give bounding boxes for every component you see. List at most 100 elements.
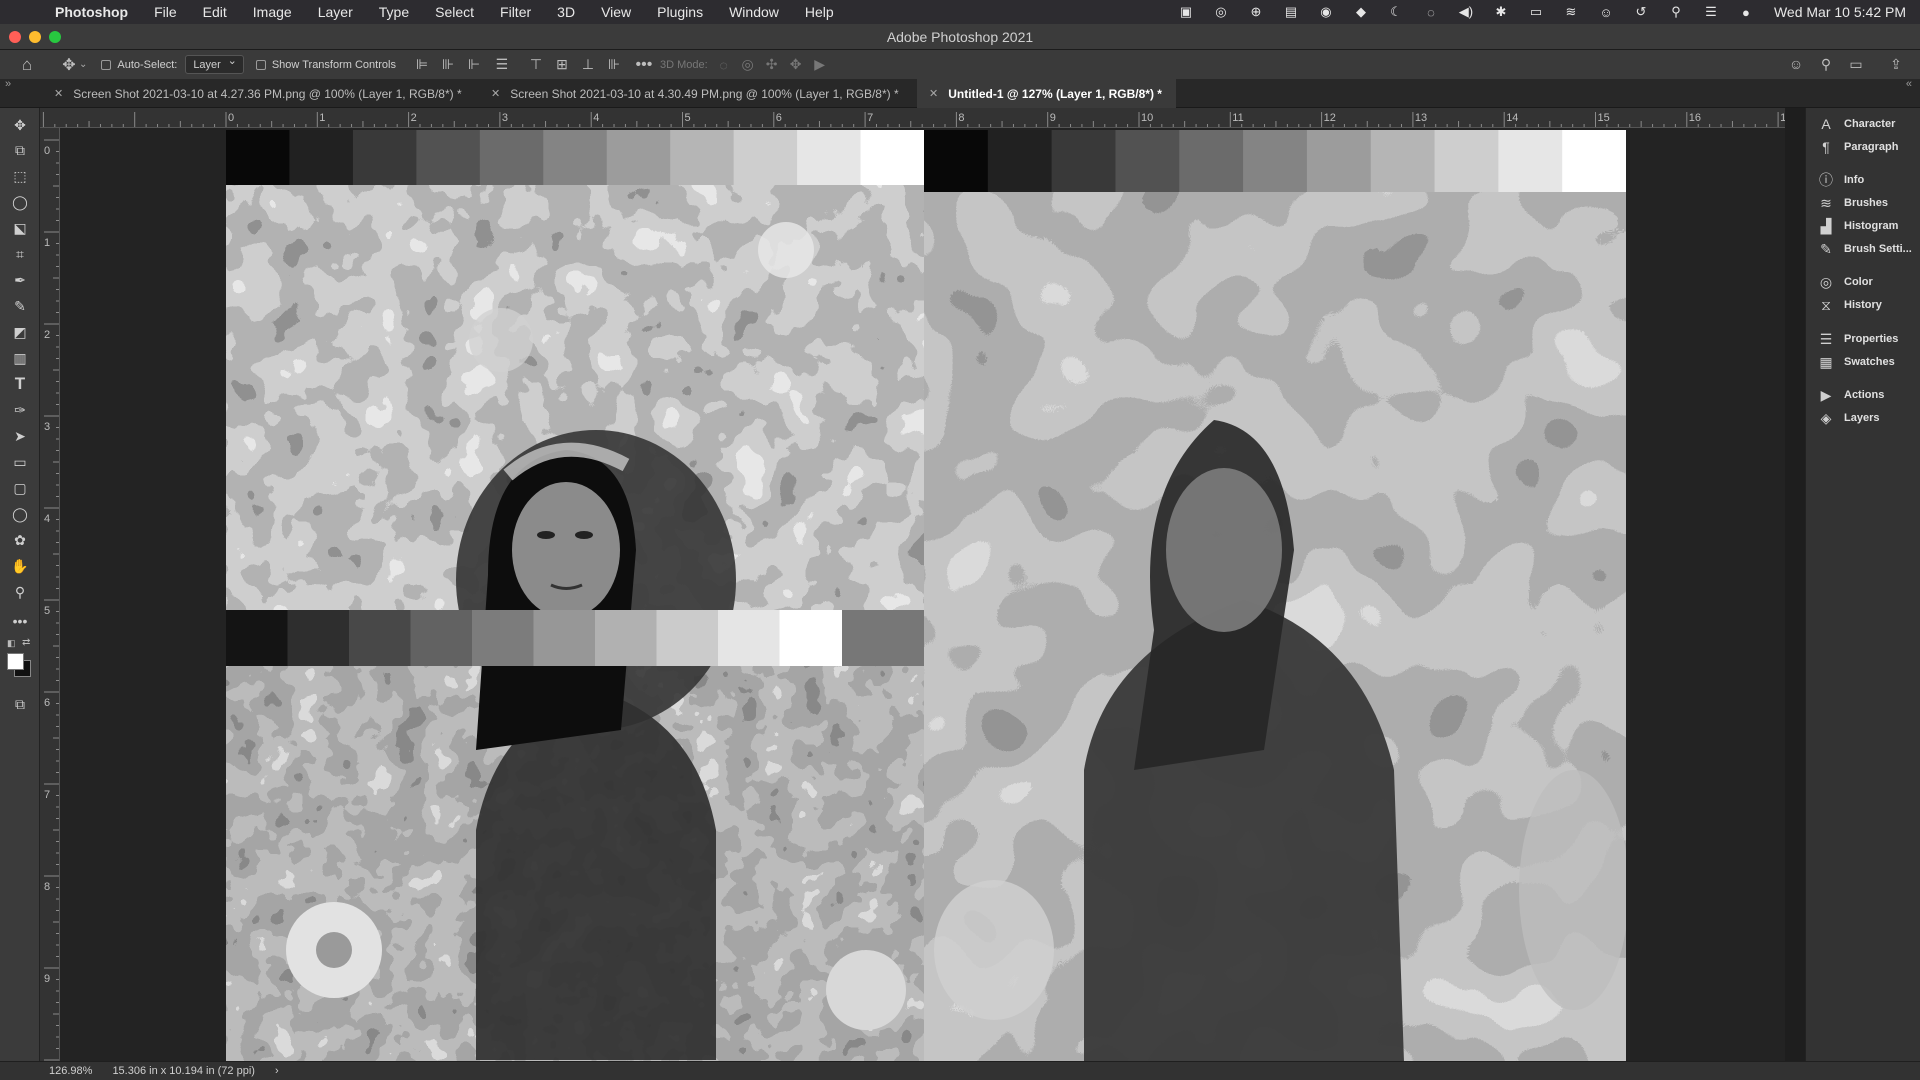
checkbox-icon[interactable] <box>101 59 112 70</box>
user-icon[interactable]: ☺ <box>1597 5 1615 20</box>
workspace-icon[interactable]: ▭ <box>1846 54 1866 74</box>
share-icon[interactable]: ⇪ <box>1886 54 1906 74</box>
collapse-panels-icon[interactable]: » <box>5 78 11 90</box>
close-tab-icon[interactable]: ✕ <box>929 87 938 100</box>
default-colors-icon[interactable]: ◧ <box>7 638 16 649</box>
menu-edit[interactable]: Edit <box>203 4 227 20</box>
zoom-tool-icon[interactable]: ⚲ <box>9 581 31 603</box>
panel-properties[interactable]: ☰ Properties <box>1816 329 1899 349</box>
battery-icon[interactable]: ▭ <box>1527 4 1545 19</box>
align-bottom-icon[interactable]: ⊥ <box>578 55 598 75</box>
panel-brush-settings[interactable]: ✎ Brush Setti... <box>1816 239 1912 259</box>
menu-layer[interactable]: Layer <box>318 4 353 20</box>
auto-select-dropdown[interactable]: Layer <box>185 54 244 74</box>
show-transform-controls-checkbox[interactable]: Show Transform Controls <box>255 59 396 71</box>
custom-shape-tool-icon[interactable]: ✿ <box>9 529 31 551</box>
menu-select[interactable]: Select <box>435 4 474 20</box>
menu-type[interactable]: Type <box>379 4 409 20</box>
panel-histogram[interactable]: ▟ Histogram <box>1816 216 1899 236</box>
pen-tool-icon[interactable]: ✑ <box>9 399 31 421</box>
tab-screenshot-2[interactable]: ✕ Screen Shot 2021-03-10 at 4.30.49 PM.p… <box>479 79 899 108</box>
panel-paragraph[interactable]: ¶ Paragraph <box>1816 137 1898 157</box>
panel-color[interactable]: ◎ Color <box>1816 272 1873 292</box>
panel-layers[interactable]: ◈ Layers <box>1816 408 1880 428</box>
document-canvas[interactable] <box>60 128 1785 1061</box>
panel-brushes[interactable]: ≋ Brushes <box>1816 193 1888 213</box>
moon-icon[interactable]: ☾ <box>1387 4 1405 19</box>
rectangle-tool-icon[interactable]: ▭ <box>9 451 31 473</box>
menu-window[interactable]: Window <box>729 4 779 20</box>
3d-pan-icon[interactable]: ✣ <box>762 55 782 75</box>
time-machine-icon[interactable]: ↺ <box>1632 4 1650 19</box>
globe-icon[interactable]: ⊕ <box>1247 4 1265 19</box>
foreground-color-swatch[interactable] <box>7 653 24 670</box>
align-right-icon[interactable]: ⊩ <box>464 55 484 75</box>
move-tool-preset-icon[interactable]: ✥ <box>59 55 79 75</box>
distribute-vertical-icon[interactable]: ⊪ <box>604 55 624 75</box>
camera-status-icon[interactable]: ▣ <box>1177 4 1195 19</box>
chevron-down-icon[interactable]: ⌄ <box>79 59 87 70</box>
user-learn-icon[interactable]: ☺ <box>1786 54 1806 74</box>
brush-tool-icon[interactable]: ✎ <box>9 295 31 317</box>
3d-roll-icon[interactable]: ◎ <box>738 55 758 75</box>
ellipse-tool-icon[interactable]: ◯ <box>9 503 31 525</box>
swap-colors-icon[interactable]: ⇄ <box>22 637 30 648</box>
distribute-icon[interactable]: ☰ <box>492 55 512 75</box>
3d-scale-icon[interactable]: ▶ <box>810 55 830 75</box>
search-icon[interactable]: ⚲ <box>1816 54 1836 74</box>
tab-untitled-1[interactable]: ✕ Untitled-1 @ 127% (Layer 1, RGB/8*) * <box>917 79 1176 108</box>
airdrop-icon[interactable]: ◌ <box>1422 5 1440 20</box>
panel-character[interactable]: A Character <box>1816 114 1895 134</box>
spotlight-search-icon[interactable]: ⚲ <box>1667 4 1685 19</box>
notification-icon[interactable]: ◆ <box>1352 4 1370 19</box>
menu-filter[interactable]: Filter <box>500 4 531 20</box>
menubar-clock[interactable]: Wed Mar 10 5:42 PM <box>1774 4 1906 20</box>
close-tab-icon[interactable]: ✕ <box>491 87 500 100</box>
crop-tool-icon[interactable]: ⌗ <box>9 243 31 265</box>
panel-swatches[interactable]: ▦ Swatches <box>1816 352 1894 372</box>
align-top-icon[interactable]: ⊤ <box>526 55 546 75</box>
marquee-tool-icon[interactable]: ⬚ <box>9 165 31 187</box>
menu-help[interactable]: Help <box>805 4 834 20</box>
align-middle-icon[interactable]: ⊞ <box>552 55 572 75</box>
close-tab-icon[interactable]: ✕ <box>54 87 63 100</box>
home-icon[interactable]: ⌂ <box>17 55 37 75</box>
status-expand-icon[interactable]: › <box>275 1065 279 1077</box>
menu-3d[interactable]: 3D <box>557 4 575 20</box>
move-tool-icon[interactable]: ✥ <box>9 114 31 136</box>
zoom-level[interactable]: 126.98% <box>49 1065 92 1077</box>
path-selection-tool-icon[interactable]: ➤ <box>9 425 31 447</box>
creative-cloud-icon[interactable]: ◎ <box>1212 4 1230 19</box>
eraser-tool-icon[interactable]: ◩ <box>9 321 31 343</box>
panel-info[interactable]: ⓘ Info <box>1816 170 1864 190</box>
tab-screenshot-1[interactable]: ✕ Screen Shot 2021-03-10 at 4.27.36 PM.p… <box>42 79 462 108</box>
display-icon[interactable]: ▤ <box>1282 4 1300 19</box>
more-options-icon[interactable]: ••• <box>634 55 654 75</box>
gradient-tool-icon[interactable]: ▥ <box>9 347 31 369</box>
align-center-icon[interactable]: ⊪ <box>438 55 458 75</box>
volume-icon[interactable]: ◀) <box>1457 4 1475 19</box>
type-tool-icon[interactable]: T <box>9 373 31 395</box>
panel-history[interactable]: ⧖ History <box>1816 295 1882 315</box>
menu-app-name[interactable]: Photoshop <box>55 4 128 20</box>
auto-select-checkbox[interactable]: Auto-Select: <box>101 59 177 71</box>
menu-image[interactable]: Image <box>253 4 292 20</box>
menu-plugins[interactable]: Plugins <box>657 4 703 20</box>
menu-file[interactable]: File <box>154 4 177 20</box>
3d-slide-icon[interactable]: ✥ <box>786 55 806 75</box>
more-tools-icon[interactable]: ••• <box>9 610 31 632</box>
menu-view[interactable]: View <box>601 4 631 20</box>
collapse-dock-icon[interactable]: « <box>1906 78 1912 90</box>
object-selection-tool-icon[interactable]: ⬕ <box>9 217 31 239</box>
3d-orbit-icon[interactable]: ◌ <box>714 55 734 75</box>
lasso-tool-icon[interactable]: ◯ <box>9 191 31 213</box>
rounded-rectangle-tool-icon[interactable]: ▢ <box>9 477 31 499</box>
screen-mode-icon[interactable]: ⧉ <box>9 693 31 715</box>
record-icon[interactable]: ◉ <box>1317 4 1335 19</box>
hand-tool-icon[interactable]: ✋ <box>9 555 31 577</box>
eyedropper-tool-icon[interactable]: ✒ <box>9 269 31 291</box>
artboard-tool-icon[interactable]: ⧉ <box>9 139 31 161</box>
bluetooth-icon[interactable]: ✱ <box>1492 4 1510 19</box>
checkbox-icon[interactable] <box>255 59 266 70</box>
siri-icon[interactable]: ● <box>1737 5 1755 20</box>
